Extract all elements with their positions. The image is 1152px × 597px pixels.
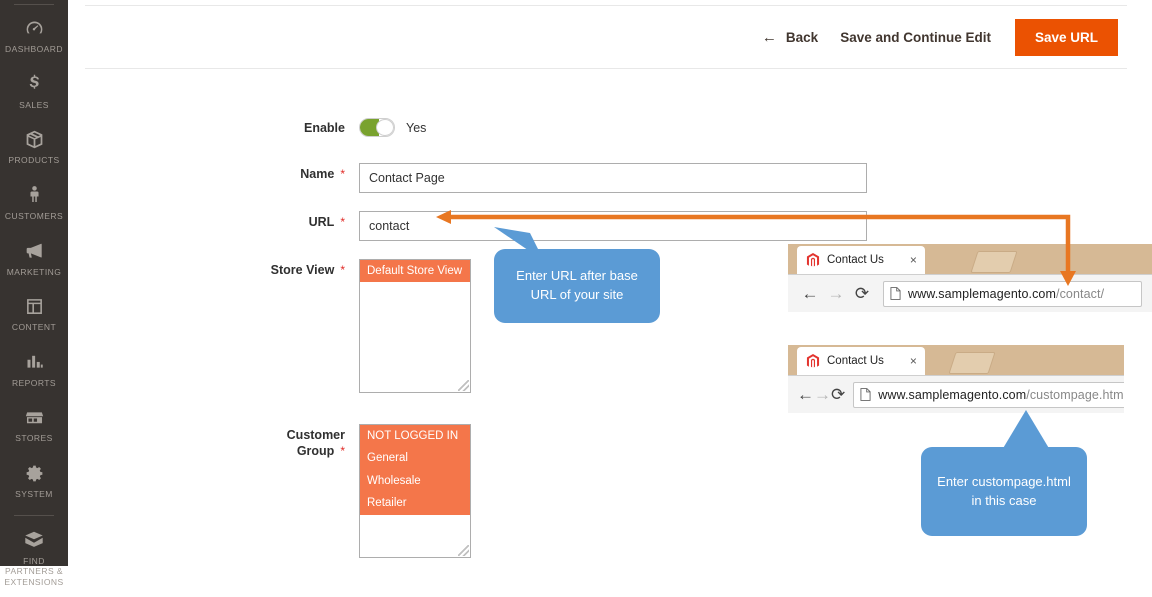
store-view-label: Store View *	[245, 259, 345, 279]
browser-url-host: www.samplemagento.com	[908, 286, 1056, 301]
browser-url-path: /custompage.html	[1026, 387, 1124, 402]
page-document-icon	[890, 287, 901, 300]
browser-back-icon[interactable]: ←	[797, 281, 823, 307]
browser-back-icon[interactable]: ←	[797, 382, 814, 408]
customer-group-label-text: Customer Group	[286, 428, 345, 459]
callout-bubble-1: Enter URL after base URL of your site	[494, 249, 660, 323]
resize-handle-icon[interactable]	[458, 380, 469, 391]
browser-forward-icon[interactable]: →	[823, 281, 849, 307]
browser-reload-icon[interactable]: ⟳	[831, 382, 845, 408]
browser-forward-icon[interactable]: →	[814, 382, 831, 408]
required-asterisk: *	[340, 263, 345, 277]
url-label: URL *	[245, 211, 345, 231]
required-asterisk: *	[340, 167, 345, 181]
browser-tab-bar: Contact Us ×	[788, 345, 1124, 375]
browser-address-bar[interactable]: www.samplemagento.com/contact/	[883, 280, 1142, 307]
browser-tab[interactable]: Contact Us ×	[797, 246, 925, 274]
resize-handle-icon[interactable]	[458, 545, 469, 556]
store-view-option[interactable]: Default Store View	[360, 260, 470, 283]
customer-group-option[interactable]: Retailer	[360, 492, 470, 515]
name-label-text: Name	[300, 167, 335, 181]
browser-url-text: www.samplemagento.com/custompage.html	[878, 388, 1124, 402]
customer-group-option[interactable]: General	[360, 447, 470, 470]
enable-control: Yes	[359, 117, 426, 137]
magento-logo-icon	[806, 252, 820, 268]
customer-group-label: Customer Group *	[245, 424, 345, 460]
store-view-control: Default Store View	[359, 259, 471, 393]
browser-reload-icon[interactable]: ⟳	[849, 281, 875, 307]
name-label: Name *	[245, 163, 345, 183]
browser-url-text: www.samplemagento.com/contact/	[908, 287, 1104, 301]
url-input[interactable]: contact	[359, 211, 867, 241]
enable-label: Enable	[304, 121, 345, 135]
browser-url-host: www.samplemagento.com	[878, 387, 1027, 402]
required-asterisk: *	[340, 444, 345, 459]
required-asterisk: *	[340, 215, 345, 229]
field-row-store-view: Store View * Default Store View	[245, 259, 471, 393]
browser-tab[interactable]: Contact Us ×	[797, 347, 925, 375]
callout-bubble-2: Enter custompage.html in this case	[921, 447, 1087, 536]
close-icon[interactable]: ×	[910, 253, 917, 267]
customer-group-option[interactable]: NOT LOGGED IN	[360, 425, 470, 448]
browser-mockup-contact: Contact Us × ← → ⟳ www.samplemagento.com…	[788, 244, 1152, 314]
new-tab-button[interactable]	[970, 251, 1018, 273]
callout-tail-2	[1002, 410, 1050, 450]
url-label-text: URL	[308, 215, 335, 229]
enable-toggle-value: Yes	[406, 120, 427, 135]
browser-nav-bar: ← → ⟳ www.samplemagento.com/contact/	[788, 274, 1152, 312]
name-control: Contact Page	[359, 163, 867, 193]
customer-group-option[interactable]: Wholesale	[360, 469, 470, 493]
browser-mockup-custompage: Contact Us × ← → ⟳ www.samplemagento.com…	[788, 345, 1124, 415]
callout-text: Enter custompage.html in this case	[937, 473, 1071, 508]
browser-nav-bar: ← → ⟳ www.samplemagento.com/custompage.h…	[788, 375, 1124, 413]
page-document-icon	[860, 388, 871, 401]
customer-group-control: NOT LOGGED IN General Wholesale Retailer	[359, 424, 471, 558]
name-input[interactable]: Contact Page	[359, 163, 867, 193]
field-row-enable: Enable Yes	[245, 117, 426, 137]
url-control: contact	[359, 211, 867, 241]
magento-logo-icon	[806, 353, 820, 369]
field-row-customer-group: Customer Group * NOT LOGGED IN General Wh…	[245, 424, 471, 558]
close-icon[interactable]: ×	[910, 354, 917, 368]
browser-address-bar[interactable]: www.samplemagento.com/custompage.html	[853, 381, 1124, 408]
browser-url-path: /contact/	[1056, 286, 1105, 301]
customer-group-multiselect[interactable]: NOT LOGGED IN General Wholesale Retailer	[359, 424, 471, 558]
store-view-multiselect[interactable]: Default Store View	[359, 259, 471, 393]
enable-toggle[interactable]	[359, 118, 395, 137]
new-tab-button[interactable]	[948, 352, 996, 374]
toggle-knob	[376, 119, 394, 136]
callout-text: Enter URL after base URL of your site	[516, 268, 638, 302]
browser-tab-bar: Contact Us ×	[788, 244, 1152, 274]
browser-tab-title: Contact Us	[827, 254, 884, 266]
browser-tab-title: Contact Us	[827, 355, 884, 367]
store-view-label-text: Store View	[270, 263, 335, 277]
field-row-name: Name * Contact Page	[245, 163, 867, 193]
